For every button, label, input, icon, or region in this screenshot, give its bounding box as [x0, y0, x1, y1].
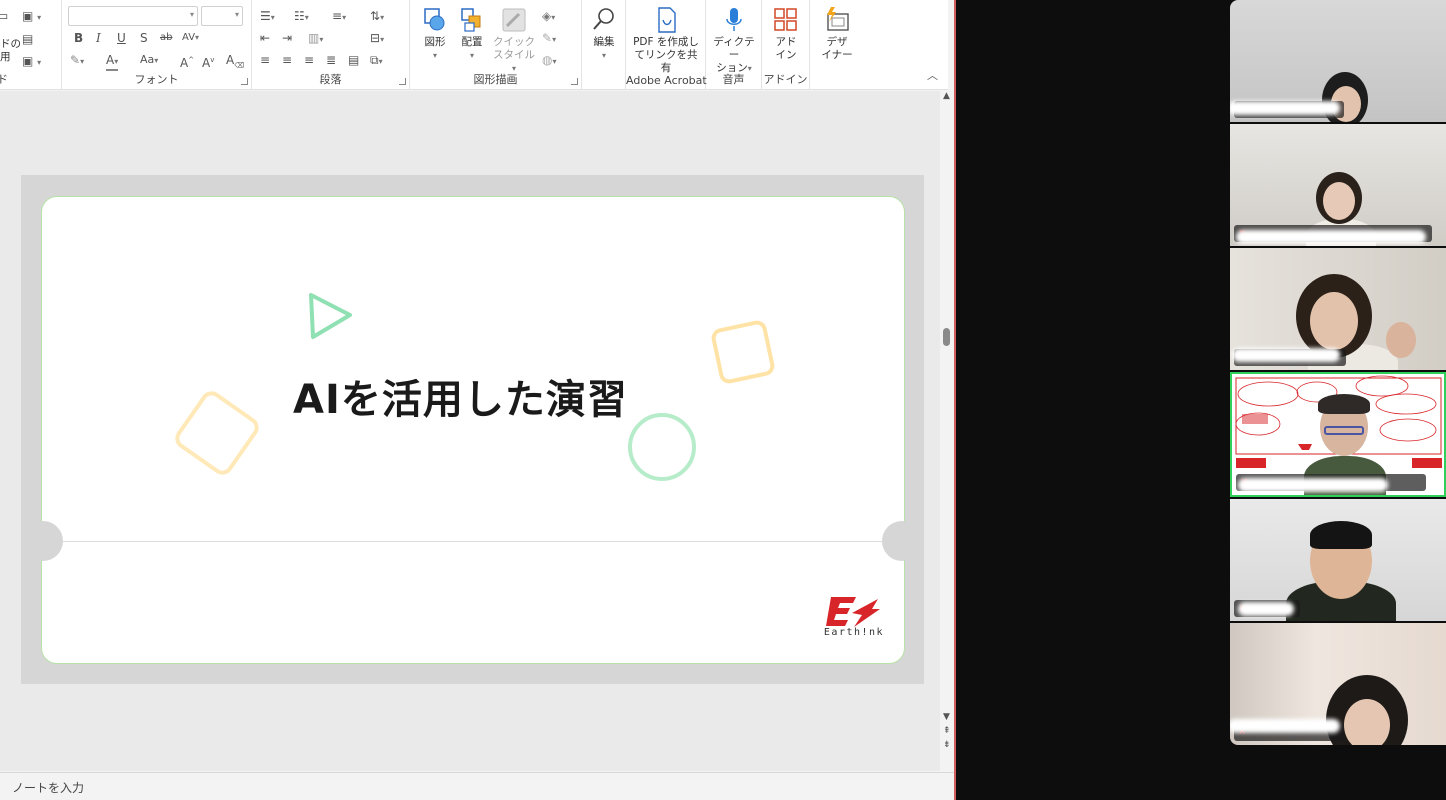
video-gallery: ✕ ✕ ✕: [1230, 0, 1446, 745]
earthink-logo-text: Earth!nk: [823, 627, 885, 638]
scroll-down-arrow-icon[interactable]: ▼: [943, 712, 950, 722]
participant-face: [1323, 182, 1355, 220]
slide-decorations: [175, 293, 775, 481]
redacted-name: [1236, 230, 1426, 244]
participant-tile[interactable]: ✕: [1230, 499, 1446, 621]
redacted-name: [1230, 101, 1340, 115]
slide-title[interactable]: AIを活用した演習: [41, 367, 905, 425]
participant-tile[interactable]: ✕: [1230, 248, 1446, 370]
scrollbar-thumb[interactable]: [943, 328, 950, 346]
participant-hair: [1310, 521, 1372, 549]
previous-slide-icon[interactable]: ⇞: [943, 726, 951, 736]
participant-tile[interactable]: ✕: [1230, 124, 1446, 246]
active-speaker-tile[interactable]: ✕: [1230, 372, 1446, 497]
redacted-name: [1232, 348, 1340, 362]
redacted-name: [1238, 478, 1388, 492]
participant-tile[interactable]: ✕: [1230, 623, 1446, 745]
triangle-decoration: [309, 293, 352, 339]
redacted-name: [1238, 602, 1294, 616]
glasses-icon: [1324, 426, 1364, 435]
next-slide-icon[interactable]: ⇟: [943, 740, 951, 750]
notes-pane[interactable]: ノートを入力: [0, 772, 954, 800]
redacted-name: [1230, 719, 1340, 733]
participant-face: [1310, 292, 1358, 350]
scroll-up-arrow-icon[interactable]: ▲: [943, 91, 950, 101]
window-border: [954, 0, 956, 800]
vertical-scrollbar[interactable]: [940, 91, 954, 771]
participant-tile[interactable]: ✕: [1230, 0, 1446, 122]
participant-hand: [1386, 322, 1416, 358]
powerpoint-window: ▭ ドの 用 ▣ ▾ ▤ ▣ ▾ ド ▾ ▾ B I U S ab AV▾ ✎▾…: [0, 0, 954, 800]
participant-hair: [1318, 394, 1370, 414]
notes-placeholder: ノートを入力: [12, 781, 85, 795]
screen: ▭ ドの 用 ▣ ▾ ▤ ▣ ▾ ド ▾ ▾ B I U S ab AV▾ ✎▾…: [0, 0, 1446, 800]
participant-face: [1344, 699, 1390, 745]
